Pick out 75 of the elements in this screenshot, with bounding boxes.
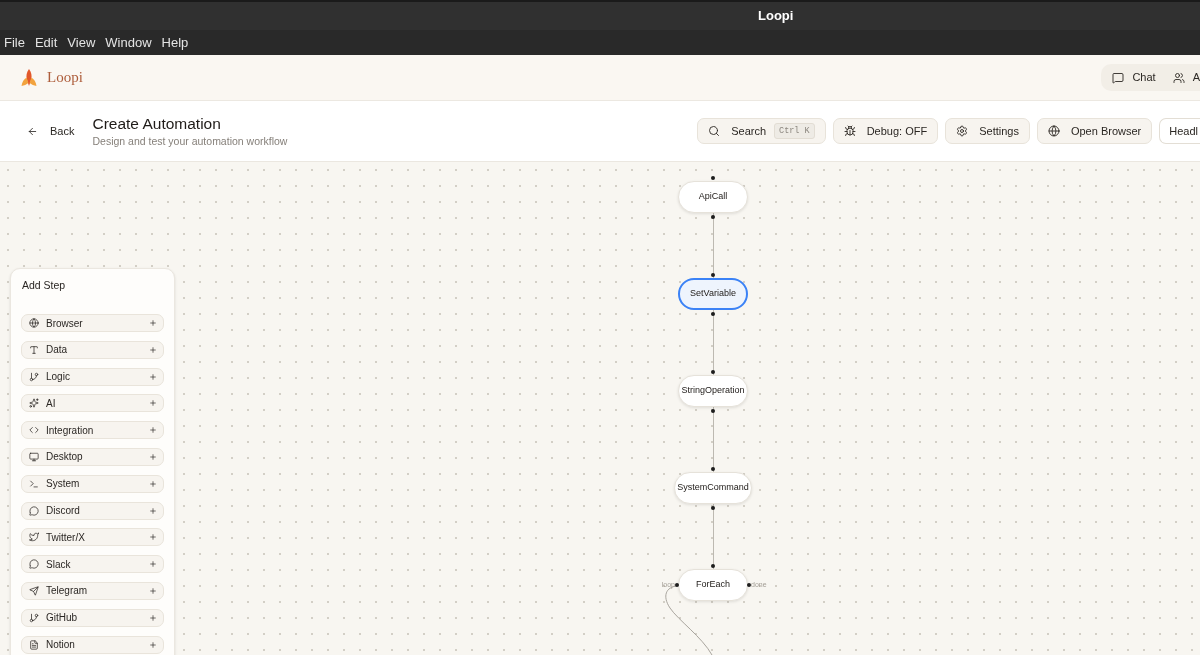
toolbar-button[interactable]: Headl: [1159, 118, 1200, 144]
plus-icon: [149, 560, 157, 569]
bird-icon: [29, 532, 39, 543]
settings-icon: [956, 125, 969, 137]
shortcut-key: Ctrl K: [774, 122, 815, 140]
step-category[interactable]: Data: [21, 340, 164, 359]
back-button[interactable]: Back: [20, 118, 82, 144]
step-category[interactable]: Integration: [21, 421, 164, 440]
menu-item[interactable]: Edit: [34, 34, 58, 51]
edge-line: [712, 310, 714, 375]
step-category[interactable]: Slack: [21, 555, 164, 574]
workflow-node[interactable]: SystemCommand: [674, 472, 752, 504]
document-icon: [29, 639, 39, 650]
step-category[interactable]: AI: [21, 394, 164, 413]
code-icon: [29, 425, 39, 436]
brand-name: Loopi: [47, 68, 83, 88]
terminal-icon: [29, 478, 39, 489]
back-arrow-icon: [27, 125, 38, 137]
workflow-node[interactable]: ForEach: [678, 569, 748, 601]
globe-icon: [1047, 125, 1060, 137]
menu-item[interactable]: View: [67, 34, 96, 51]
step-category[interactable]: Browser: [21, 314, 164, 332]
nav-button[interactable]: Chat: [1112, 69, 1156, 86]
sparkles-icon: [29, 398, 39, 409]
branch-icon: [29, 612, 39, 623]
toolbar-button[interactable]: Debug: OFF: [832, 118, 939, 144]
step-category[interactable]: System: [21, 474, 164, 493]
workflow-node[interactable]: SetVariable: [678, 278, 748, 310]
flame-logo-icon: [21, 68, 37, 87]
users-icon: [1172, 71, 1185, 84]
monitor-icon: [29, 452, 39, 462]
page-title: Create Automation: [92, 114, 222, 133]
plus-icon: [149, 533, 157, 542]
step-category[interactable]: Logic: [21, 367, 164, 386]
search-icon: [708, 125, 721, 137]
step-category[interactable]: Twitter/X: [21, 528, 164, 547]
toolbar-button[interactable]: Open Browser: [1036, 118, 1153, 144]
menu-item[interactable]: Window: [105, 34, 152, 51]
bug-icon: [843, 125, 856, 137]
plus-icon: [149, 613, 157, 622]
edge-line: [712, 504, 714, 569]
edge-line: [712, 407, 714, 472]
step-category[interactable]: Notion: [21, 635, 164, 654]
step-category[interactable]: Discord: [21, 501, 164, 520]
plus-icon: [149, 426, 157, 435]
window-title: Loopi: [758, 7, 794, 26]
chat-bubble-icon: [29, 505, 39, 516]
nav-button[interactable]: A: [1172, 69, 1200, 86]
step-category[interactable]: Desktop: [21, 448, 164, 466]
edge-line: [712, 213, 714, 278]
menu-item[interactable]: File: [4, 34, 25, 51]
chat-bubble-icon: [29, 559, 39, 570]
text-icon: [29, 344, 39, 355]
menu-item[interactable]: Help: [161, 34, 189, 51]
plus-icon: [149, 586, 157, 595]
workflow-node[interactable]: StringOperation: [678, 375, 748, 407]
plus-icon: [149, 506, 157, 515]
page-subtitle: Design and test your automation workflow: [92, 134, 288, 148]
search-button[interactable]: Search Ctrl K: [697, 118, 826, 144]
plus-icon: [149, 479, 157, 488]
plus-icon: [149, 399, 157, 408]
step-category[interactable]: GitHub: [21, 608, 164, 627]
plus-icon: [149, 372, 157, 381]
workflow-node[interactable]: ApiCall: [678, 181, 748, 213]
chat-icon: [1112, 71, 1125, 84]
paper-plane-icon: [29, 585, 39, 596]
plus-icon: [149, 453, 157, 461]
plus-icon: [149, 345, 157, 354]
branch-icon: [29, 371, 39, 382]
panel-title: Add Step: [21, 278, 67, 292]
plus-icon: [149, 319, 157, 327]
step-category[interactable]: Telegram: [21, 581, 164, 600]
plus-icon: [149, 640, 157, 649]
globe-icon: [29, 318, 39, 328]
toolbar-button[interactable]: Settings: [945, 118, 1030, 144]
